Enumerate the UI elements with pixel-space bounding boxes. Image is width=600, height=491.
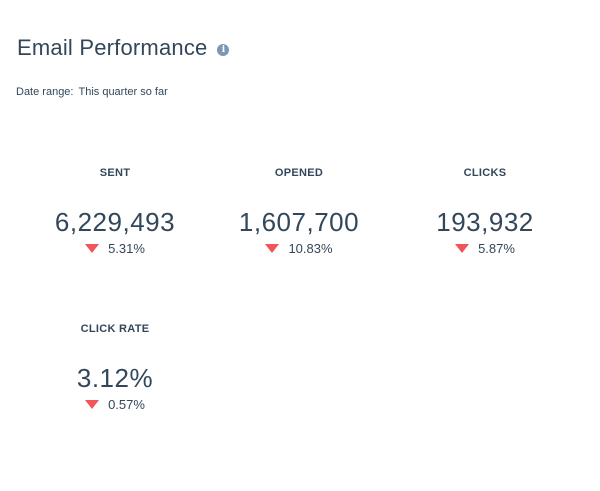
metric-clicks: CLICKS 193,932 5.87% <box>390 166 580 256</box>
metric-sent: SENT 6,229,493 5.31% <box>20 166 210 256</box>
down-arrow-icon <box>85 399 100 409</box>
metric-value: 1,607,700 <box>238 207 360 237</box>
down-arrow-icon <box>265 243 280 253</box>
metric-change: 10.83% <box>204 240 394 256</box>
metric-value: 193,932 <box>436 207 534 237</box>
metric-change: 5.87% <box>390 240 580 256</box>
metric-label: CLICKS <box>463 167 507 179</box>
metric-change: 0.57% <box>20 396 210 412</box>
info-icon[interactable]: i <box>217 44 230 56</box>
date-range: Date range: This quarter so far <box>16 86 168 98</box>
metric-change-value: 5.31% <box>108 240 145 256</box>
metric-opened: OPENED 1,607,700 10.83% <box>204 166 394 256</box>
date-range-label: Date range: <box>16 86 74 98</box>
metric-click-rate: CLICK RATE 3.12% 0.57% <box>20 322 210 412</box>
down-arrow-icon <box>85 243 100 253</box>
metric-change: 5.31% <box>20 240 210 256</box>
header: Email Performance i <box>17 32 230 64</box>
down-arrow-icon <box>455 243 470 253</box>
metric-label: CLICK RATE <box>80 323 150 335</box>
metric-value: 6,229,493 <box>54 207 176 237</box>
page-title: Email Performance <box>17 35 208 60</box>
metric-change-value: 10.83% <box>288 240 333 256</box>
metric-label: SENT <box>99 167 131 179</box>
metric-change-value: 5.87% <box>478 240 515 256</box>
metric-change-value: 0.57% <box>108 396 145 412</box>
metric-value: 3.12% <box>76 363 154 393</box>
date-range-value: This quarter so far <box>78 86 168 98</box>
metric-label: OPENED <box>274 167 324 179</box>
